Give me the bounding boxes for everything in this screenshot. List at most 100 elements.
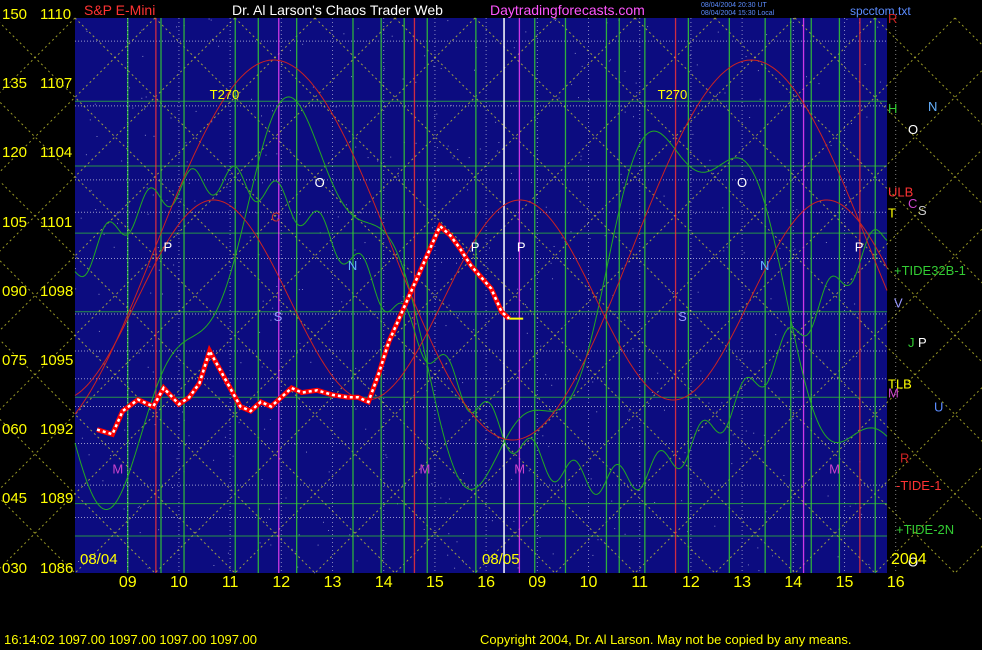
star-speck bbox=[624, 111, 626, 113]
star-speck bbox=[714, 525, 716, 527]
star-speck bbox=[144, 134, 146, 136]
star-speck bbox=[783, 475, 785, 476]
star-speck bbox=[330, 30, 332, 31]
plot-annotation: M bbox=[420, 462, 431, 477]
star-speck bbox=[624, 70, 626, 72]
right-label: R bbox=[888, 11, 897, 26]
star-speck bbox=[270, 319, 272, 321]
star-speck bbox=[794, 248, 796, 250]
star-speck bbox=[168, 153, 170, 155]
star-speck bbox=[691, 380, 693, 382]
star-speck bbox=[299, 213, 301, 215]
star-speck bbox=[341, 301, 343, 303]
star-speck bbox=[96, 136, 98, 137]
right-label: R bbox=[900, 450, 909, 465]
x-tick-label: 10 bbox=[170, 574, 188, 591]
star-speck bbox=[121, 160, 123, 162]
x-tick-label: 16 bbox=[887, 574, 905, 591]
star-speck bbox=[673, 291, 674, 292]
star-speck bbox=[240, 362, 242, 364]
star-speck bbox=[581, 65, 583, 67]
star-speck bbox=[124, 429, 126, 431]
star-speck bbox=[285, 497, 287, 499]
star-speck bbox=[355, 408, 357, 410]
star-speck bbox=[692, 133, 694, 135]
star-speck bbox=[473, 329, 475, 331]
star-speck bbox=[861, 513, 863, 515]
star-speck bbox=[526, 332, 528, 334]
date-label-2: 08/05 bbox=[482, 551, 520, 568]
star-speck bbox=[423, 407, 425, 408]
x-tick-label: 09 bbox=[528, 574, 546, 591]
plot-annotation: T270 bbox=[210, 87, 240, 102]
star-speck bbox=[578, 73, 580, 75]
star-speck bbox=[299, 342, 301, 344]
star-speck bbox=[367, 157, 369, 159]
star-speck bbox=[158, 269, 160, 271]
star-speck bbox=[440, 68, 442, 70]
star-speck bbox=[457, 149, 459, 150]
star-speck bbox=[624, 533, 626, 535]
x-tick-label: 13 bbox=[733, 574, 751, 591]
star-speck bbox=[540, 345, 542, 347]
star-speck bbox=[708, 402, 710, 404]
star-speck bbox=[545, 374, 547, 376]
star-speck bbox=[431, 483, 433, 485]
star-speck bbox=[528, 470, 530, 472]
plot-annotation: S bbox=[678, 309, 687, 324]
star-speck bbox=[561, 237, 563, 239]
star-speck bbox=[424, 55, 426, 57]
star-speck bbox=[864, 326, 866, 327]
star-speck bbox=[461, 420, 463, 422]
star-speck bbox=[157, 247, 159, 248]
star-speck bbox=[415, 81, 417, 83]
star-speck bbox=[684, 452, 686, 454]
star-speck bbox=[592, 381, 594, 383]
plot-annotation: M bbox=[112, 462, 123, 477]
plot-annotation: M bbox=[514, 462, 525, 477]
star-speck bbox=[85, 154, 87, 156]
star-speck bbox=[211, 121, 213, 123]
star-speck bbox=[445, 502, 447, 504]
star-speck bbox=[730, 444, 732, 445]
star-speck bbox=[631, 427, 633, 429]
star-speck bbox=[749, 117, 751, 118]
right-label: H bbox=[888, 101, 897, 116]
x-tick-label: 10 bbox=[580, 574, 598, 591]
star-speck bbox=[377, 160, 379, 162]
star-speck bbox=[722, 207, 724, 209]
star-speck bbox=[262, 300, 264, 302]
star-speck bbox=[289, 149, 291, 151]
star-speck bbox=[354, 249, 356, 251]
star-speck bbox=[474, 69, 475, 71]
star-speck bbox=[463, 473, 464, 474]
plot-annotation: T270 bbox=[658, 87, 688, 102]
star-speck bbox=[747, 564, 749, 566]
x-tick-label: 09 bbox=[119, 574, 137, 591]
star-speck bbox=[468, 157, 470, 159]
star-speck bbox=[357, 28, 359, 30]
plot-annotation: P bbox=[855, 240, 864, 255]
star-speck bbox=[447, 145, 449, 147]
star-speck bbox=[447, 20, 449, 22]
star-speck bbox=[440, 497, 442, 499]
star-speck bbox=[175, 234, 177, 236]
star-speck bbox=[462, 382, 464, 384]
star-speck bbox=[431, 227, 433, 229]
star-speck bbox=[415, 323, 417, 325]
star-speck bbox=[113, 246, 115, 248]
star-speck bbox=[766, 34, 768, 36]
star-speck bbox=[530, 288, 531, 290]
star-speck bbox=[218, 45, 220, 47]
plot-annotation: C bbox=[271, 210, 280, 225]
star-speck bbox=[89, 119, 91, 121]
star-speck bbox=[511, 479, 513, 481]
star-speck bbox=[317, 544, 319, 546]
star-speck bbox=[312, 86, 314, 88]
star-speck bbox=[75, 288, 77, 290]
star-speck bbox=[298, 289, 300, 291]
plot-annotation: N bbox=[348, 258, 357, 273]
star-speck bbox=[513, 520, 515, 522]
star-speck bbox=[681, 500, 683, 502]
star-speck bbox=[251, 98, 252, 100]
